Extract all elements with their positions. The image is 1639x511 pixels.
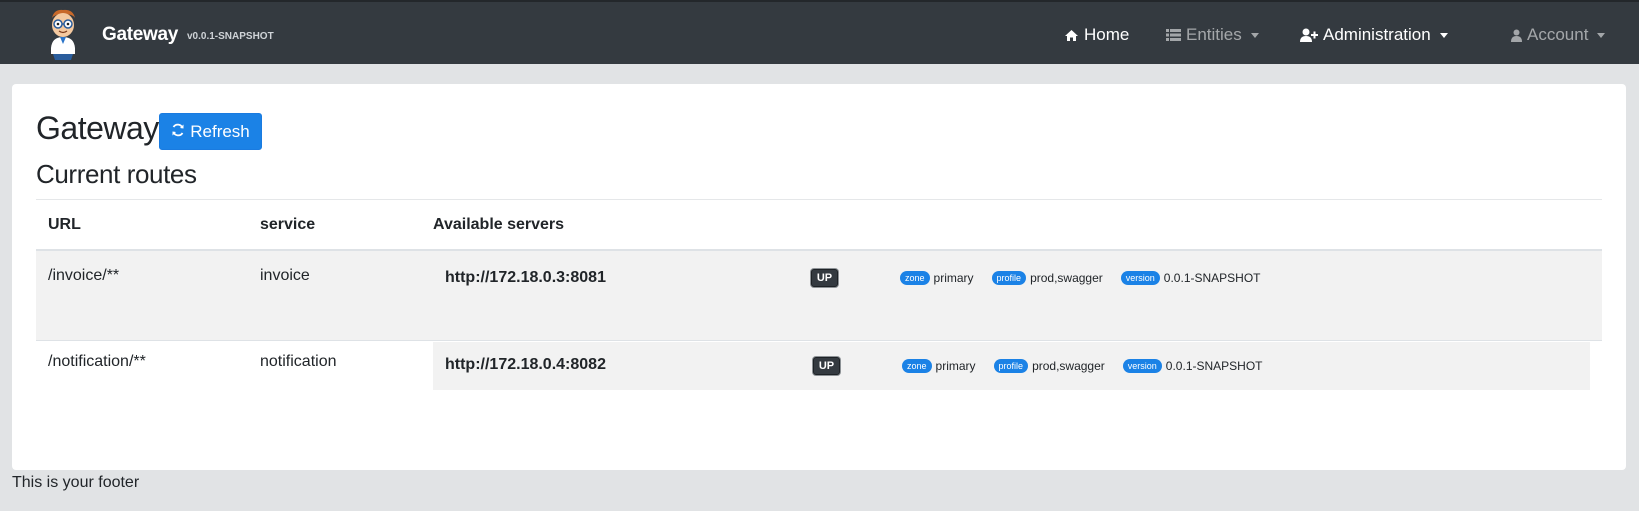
divider <box>36 199 1602 200</box>
zone-value: primary <box>935 359 976 373</box>
brand-version: v0.0.1-SNAPSHOT <box>187 31 274 42</box>
profile-pill: profile <box>993 359 1029 373</box>
nav-home[interactable]: Home <box>1064 25 1129 45</box>
refresh-button[interactable]: Refresh <box>159 113 262 150</box>
version-pill: version <box>1122 359 1162 373</box>
instance-metadata: zone primary profile prod,swagger versio… <box>900 271 1261 285</box>
home-icon <box>1064 29 1079 42</box>
refresh-label: Refresh <box>190 121 250 141</box>
zone-value: primary <box>933 271 974 285</box>
content-card: Gateway Refresh Current routes URL servi… <box>12 84 1626 470</box>
route-url: /notification/** <box>48 353 146 370</box>
profile-value: prod,swagger <box>1030 271 1103 285</box>
page-footer: This is your footer <box>12 474 140 491</box>
logo-image[interactable] <box>46 8 80 60</box>
th-list-icon <box>1166 29 1181 41</box>
version-value: 0.0.1-SNAPSHOT <box>1163 271 1261 285</box>
chevron-down-icon <box>1250 32 1259 38</box>
navbar: Gateway v0.0.1-SNAPSHOT Home Entities Ad… <box>0 0 1639 64</box>
nav-administration-label: Administration <box>1323 25 1431 44</box>
server-entry: http://172.18.0.3:8081 UP zone primary p… <box>433 254 1590 302</box>
chevron-down-icon <box>1439 32 1448 38</box>
user-plus-icon <box>1300 28 1318 42</box>
profile-value: prod,swagger <box>1032 359 1105 373</box>
nav-home-label: Home <box>1084 25 1130 44</box>
server-url: http://172.18.0.3:8081 <box>445 269 606 286</box>
zone-pill: zone <box>900 271 930 285</box>
route-service: invoice <box>260 267 310 284</box>
section-title: Current routes <box>36 159 197 189</box>
status-badge: UP <box>811 269 838 287</box>
page-title: Gateway <box>36 110 159 146</box>
server-entry: http://172.18.0.4:8082 UP zone primary p… <box>433 342 1590 390</box>
zone-pill: zone <box>902 359 932 373</box>
brand-name[interactable]: Gateway <box>102 24 178 46</box>
refresh-icon <box>171 122 185 142</box>
user-icon <box>1511 29 1522 42</box>
status-badge: UP <box>813 357 840 375</box>
instance-metadata: zone primary profile prod,swagger versio… <box>902 359 1263 373</box>
server-url: http://172.18.0.4:8082 <box>445 356 606 373</box>
row-divider <box>36 340 1602 341</box>
nav-administration[interactable]: Administration <box>1300 25 1448 45</box>
nav-account-label: Account <box>1527 25 1589 44</box>
profile-pill: profile <box>991 271 1027 285</box>
version-value: 0.0.1-SNAPSHOT <box>1165 359 1263 373</box>
nav-entities[interactable]: Entities <box>1166 25 1259 45</box>
route-service: notification <box>260 353 337 370</box>
nav-account[interactable]: Account <box>1511 25 1606 45</box>
chevron-down-icon <box>1597 32 1606 38</box>
column-header-available-servers: Available servers <box>433 216 565 233</box>
nav-entities-label: Entities <box>1186 25 1242 44</box>
column-header-service: service <box>260 216 316 233</box>
column-header-url: URL <box>48 216 81 233</box>
version-pill: version <box>1120 271 1160 285</box>
route-url: /invoice/** <box>48 267 120 284</box>
